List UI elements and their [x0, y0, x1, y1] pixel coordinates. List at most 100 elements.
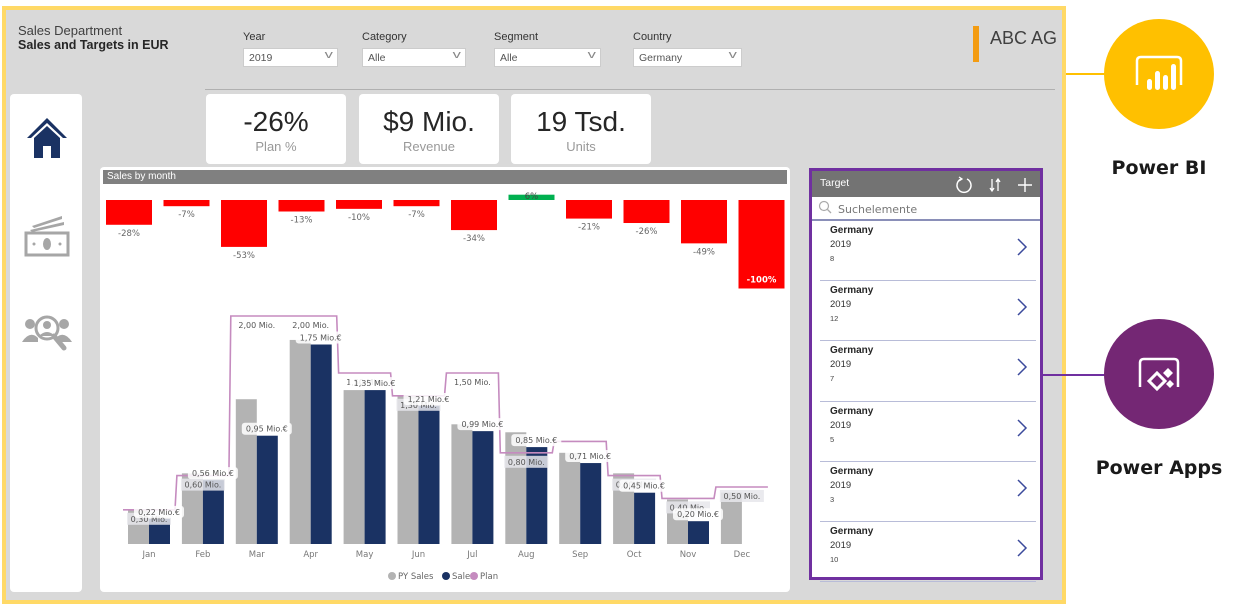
- x-tick-label: May: [356, 550, 374, 560]
- gallery-item[interactable]: Germany 2019 10: [820, 522, 1036, 583]
- item-year: 2019: [830, 239, 852, 250]
- nav-item-customers[interactable]: [20, 308, 74, 358]
- segment-slicer: Segment Alle v: [494, 31, 601, 67]
- py-sales-bar: [559, 452, 581, 544]
- variance-label: 6%: [525, 192, 539, 202]
- legend-label: Plan: [480, 572, 498, 582]
- variance-label: -13%: [291, 216, 313, 226]
- x-tick-label: Mar: [249, 550, 266, 560]
- item-year: 2019: [830, 359, 852, 371]
- year-slicer-label: Year: [243, 31, 266, 43]
- gallery-item[interactable]: Germany 2019 5: [820, 402, 1036, 462]
- chevron-right-icon[interactable]: [1016, 538, 1028, 558]
- item-country: Germany: [830, 225, 874, 236]
- refresh-icon[interactable]: [955, 176, 973, 197]
- item-year: 2019: [830, 299, 852, 311]
- x-tick-label: Oct: [627, 550, 642, 560]
- sales-data-label: 1,21 Mio.€: [408, 395, 450, 404]
- sort-icon[interactable]: [988, 176, 1002, 197]
- sales-data-label: 1,35 Mio.€: [354, 379, 396, 388]
- py-sales-bar: [289, 339, 311, 544]
- plan-data-label: 0,60 Mio.: [185, 481, 222, 490]
- category-dropdown[interactable]: Alle v: [362, 48, 466, 67]
- item-value: 5: [830, 434, 835, 444]
- x-tick-label: Feb: [195, 550, 210, 560]
- legend-marker: [388, 572, 396, 580]
- kpi-label: Revenue: [402, 139, 456, 154]
- country-value: Germany: [639, 52, 683, 64]
- variance-bar: [681, 200, 727, 244]
- category-slicer-label: Category: [362, 31, 407, 43]
- kpi-label: Units: [566, 139, 596, 154]
- powerbi-connector-line: [1066, 73, 1106, 75]
- segment-value: Alle: [500, 52, 518, 64]
- item-country: Germany: [830, 405, 874, 417]
- brand-name: ABC AG: [990, 28, 1058, 48]
- powerapps-search-input[interactable]: Suchelemente: [812, 197, 1040, 221]
- variance-label: -7%: [178, 210, 195, 220]
- category-slicer: Category Alle v: [362, 31, 466, 67]
- variance-bar: [106, 200, 152, 225]
- variance-bar: [221, 200, 267, 247]
- item-year: 2019: [830, 419, 852, 431]
- sales-data-label: 0,56 Mio.€: [192, 469, 234, 478]
- x-tick-label: Jun: [411, 550, 425, 560]
- item-country: Germany: [830, 285, 874, 297]
- item-country: Germany: [830, 465, 874, 477]
- item-value: 10: [830, 554, 839, 564]
- x-tick-label: Jul: [466, 550, 477, 560]
- chevron-right-icon[interactable]: [1016, 297, 1028, 317]
- gallery-item[interactable]: Germany 2019 12: [820, 281, 1036, 342]
- gallery-item[interactable]: Germany 2019 7: [820, 341, 1036, 402]
- x-tick-label: Jan: [141, 550, 155, 560]
- sales-bar: [472, 431, 494, 544]
- kpi-value: -26%: [243, 106, 309, 137]
- chevron-right-icon[interactable]: [1016, 357, 1028, 377]
- gallery-item[interactable]: Germany 2019 3: [820, 462, 1036, 522]
- variance-label: -21%: [578, 223, 600, 233]
- nav-sidebar: [10, 94, 82, 592]
- powerbi-label: Power BI: [1111, 157, 1207, 179]
- chevron-down-icon: v: [728, 49, 737, 61]
- variance-label: -49%: [693, 247, 715, 257]
- legend-marker: [442, 572, 450, 580]
- sales-data-label: 0,85 Mio.€: [515, 436, 557, 445]
- variance-label: -28%: [118, 229, 140, 239]
- kpi-card-revenue: $9 Mio. Revenue: [359, 94, 499, 164]
- variance-label: -100%: [747, 276, 777, 286]
- nav-item-revenue[interactable]: [20, 212, 74, 262]
- item-value: 3: [830, 494, 835, 504]
- variance-bar: [623, 200, 670, 224]
- x-tick-label: Aug: [518, 550, 535, 560]
- country-dropdown[interactable]: Germany v: [633, 48, 742, 67]
- add-icon[interactable]: [1017, 176, 1033, 197]
- item-value: 7: [830, 374, 835, 384]
- segment-dropdown[interactable]: Alle v: [494, 48, 601, 67]
- gallery-item[interactable]: Germany 2019 8: [820, 221, 1036, 282]
- chevron-right-icon[interactable]: [1016, 418, 1028, 438]
- sales-data-label: 0,22 Mio.€: [138, 508, 180, 517]
- plan-data-label: 2,00 Mio.: [292, 321, 329, 330]
- sales-bar: [364, 390, 386, 544]
- kpi-label: Plan %: [255, 139, 297, 154]
- nav-item-home[interactable]: [20, 112, 74, 162]
- sales-bar: [580, 463, 602, 544]
- kpi-card-units: 19 Tsd. Units: [511, 94, 651, 164]
- powerapps-icon: [1138, 357, 1180, 392]
- powerapps-connector-line: [1043, 374, 1106, 376]
- sales-data-label: 0,45 Mio.€: [623, 482, 665, 491]
- variance-bar: [278, 200, 325, 212]
- year-value: 2019: [249, 52, 273, 64]
- powerapps-panel: Target Suchelemente Germany 2019 8 Germany 2…: [809, 168, 1043, 583]
- chevron-down-icon: v: [452, 49, 461, 61]
- variance-bar: [336, 200, 382, 209]
- sales-bar: [310, 344, 332, 544]
- kpi-card-plan: -26% Plan %: [206, 94, 346, 164]
- py-sales-bar: [235, 399, 257, 544]
- year-dropdown[interactable]: 2019 v: [243, 48, 338, 67]
- chevron-right-icon[interactable]: [1016, 237, 1028, 257]
- powerapps-header: Target: [812, 171, 1040, 197]
- chevron-right-icon[interactable]: [1016, 478, 1028, 498]
- item-year: 2019: [830, 479, 852, 491]
- kpi-value: 19 Tsd.: [536, 106, 626, 137]
